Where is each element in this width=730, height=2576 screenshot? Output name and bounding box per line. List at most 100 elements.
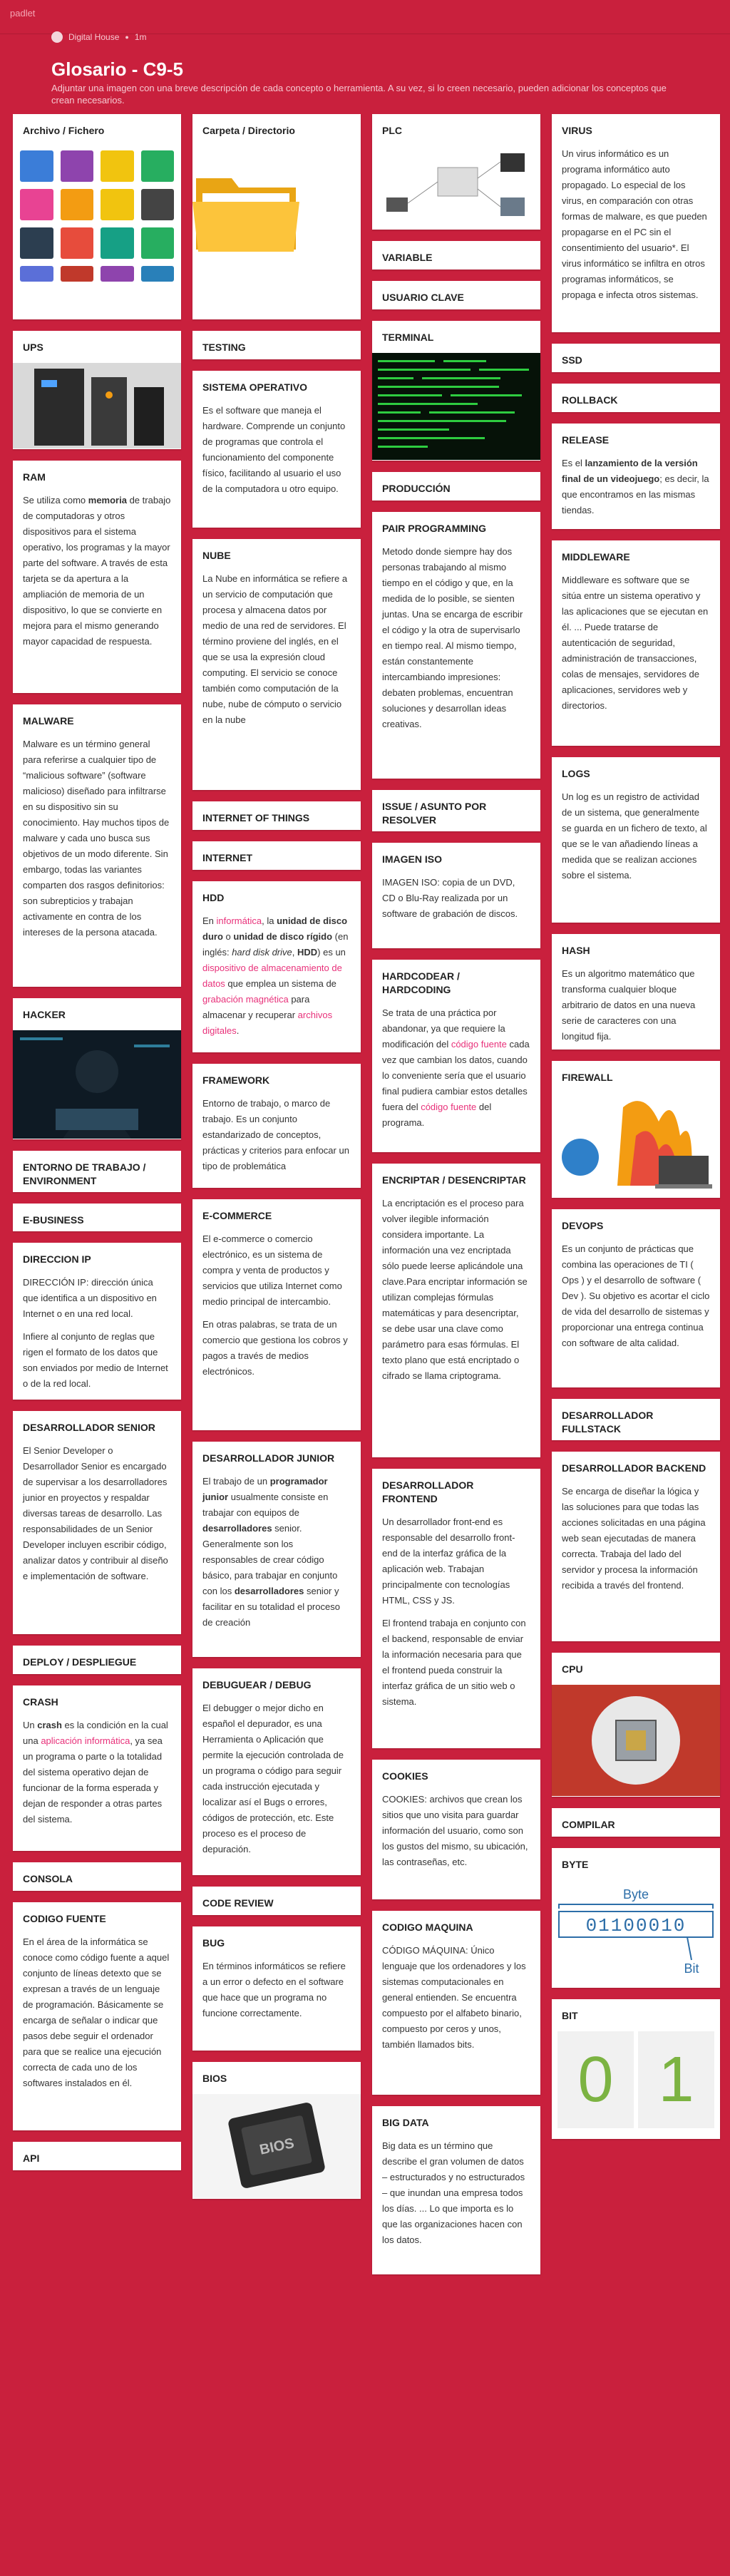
card-title: UPS [23,342,43,353]
card-nube[interactable]: NUBE La Nube en informática se refiere a… [192,539,361,790]
cpu-image [552,1685,720,1796]
card-title: BUG [202,1937,225,1949]
card-issue[interactable]: ISSUE / ASUNTO POR RESOLVER [372,790,540,831]
card-title: SISTEMA OPERATIVO [202,381,308,393]
firewall-image [552,1093,720,1197]
card-title: RELEASE [562,434,610,446]
card-firewall[interactable]: FIREWALL [552,1061,720,1198]
card-code-review[interactable]: CODE REVIEW [192,1887,361,1915]
card-release[interactable]: RELEASE Es el lanzamiento de la versión … [552,424,720,529]
card-body: La Nube en informática se refiere a un s… [202,573,348,725]
card-cookies[interactable]: COOKIES COOKIES: archivos que crean los … [372,1760,540,1899]
card-hardcoding[interactable]: HARDCODEAR / HARDCODING Se trata de una … [372,960,540,1152]
card-title: CODE REVIEW [202,1897,274,1909]
file-icon [20,266,53,282]
card-produccion[interactable]: PRODUCCIÓN [372,472,540,501]
card-byte[interactable]: BYTE Byte 01100010 Bit [552,1848,720,1988]
card-api[interactable]: API [13,2142,181,2170]
card-debug[interactable]: DEBUGUEAR / DEBUG El debugger o mejor di… [192,1668,361,1875]
card-hacker[interactable]: HACKER [13,998,181,1139]
author-name[interactable]: Digital House [68,32,119,42]
card-body: Malware es un término general para refer… [23,739,170,938]
card-title: DEBUGUEAR / DEBUG [202,1679,312,1690]
card-big-data[interactable]: BIG DATA Big data es un término que desc… [372,2106,540,2274]
file-icon [101,266,134,282]
card-deploy[interactable]: DEPLOY / DESPLIEGUE [13,1646,181,1674]
card-encriptar[interactable]: ENCRIPTAR / DESENCRIPTAR La encriptación… [372,1164,540,1457]
card-ram[interactable]: RAM Se utiliza como memoria de trabajo d… [13,461,181,693]
card-title: BIOS [202,2073,227,2084]
card-crash[interactable]: CRASH Un crash es la condición en la cua… [13,1685,181,1851]
card-usuario-clave[interactable]: USUARIO CLAVE [372,281,540,309]
card-desarrollador-junior[interactable]: DESARROLLADOR JUNIOR El trabajo de un pr… [192,1442,361,1657]
card-devops[interactable]: DEVOPS Es un conjunto de prácticas que c… [552,1209,720,1387]
card-terminal[interactable]: TERMINAL [372,321,540,461]
avatar[interactable] [51,31,63,43]
card-bit[interactable]: BIT 0 1 [552,1999,720,2139]
card-body: La encriptación es el proceso para volve… [382,1198,528,1381]
card-malware[interactable]: MALWARE Malware es un término general pa… [13,704,181,987]
card-plc[interactable]: PLC [372,114,540,230]
card-logs[interactable]: LOGS Un log es un registro de actividad … [552,757,720,923]
byte-bits-value: 01100010 [586,1915,687,1936]
card-hash[interactable]: HASH Es un algoritmo matemático que tran… [552,934,720,1050]
card-archivo[interactable]: Archivo / Fichero [13,114,181,319]
column-2: Carpeta / Directorio TESTING SISTEMA OPE… [192,114,361,2274]
card-consola[interactable]: CONSOLA [13,1862,181,1891]
card-bios[interactable]: BIOS BIOS [192,2062,361,2199]
card-title: DIRECCION IP [23,1253,91,1265]
txt-file-icon [60,150,93,182]
card-title: BIG DATA [382,2117,429,2128]
card-body: Es el lanzamiento de la versión final de… [562,458,709,515]
card-testing[interactable]: TESTING [192,331,361,359]
card-carpeta[interactable]: Carpeta / Directorio [192,114,361,319]
card-desarrollador-frontend[interactable]: DESARROLLADOR FRONTEND Un desarrollador … [372,1469,540,1748]
card-title: COMPILAR [562,1819,615,1830]
card-title: NUBE [202,550,231,561]
card-ssd[interactable]: SSD [552,344,720,372]
card-pair-programming[interactable]: PAIR PROGRAMMING Metodo donde siempre ha… [372,512,540,779]
card-desarrollador-backend[interactable]: DESARROLLADOR BACKEND Se encarga de dise… [552,1452,720,1641]
card-internet[interactable]: INTERNET [192,841,361,870]
card-bug[interactable]: BUG En términos informáticos se refiere … [192,1926,361,2051]
card-title: ENTORNO DE TRABAJO / ENVIRONMENT [23,1161,146,1186]
card-ups[interactable]: UPS [13,331,181,449]
separator-dot-icon: ● [125,34,129,41]
card-compilar[interactable]: COMPILAR [552,1808,720,1837]
card-codigo-fuente[interactable]: CODIGO FUENTE En el área de la informáti… [13,1902,181,2130]
card-imagen-iso[interactable]: IMAGEN ISO IMAGEN ISO: copia de un DVD, … [372,843,540,948]
card-body: Se trata de una práctica por abandonar, … [382,1007,530,1128]
card-ebusiness[interactable]: E-BUSINESS [13,1204,181,1231]
card-framework[interactable]: FRAMEWORK Entorno de trabajo, o marco de… [192,1064,361,1188]
doc-file-icon [20,150,53,182]
file-icon [101,150,134,182]
card-cpu[interactable]: CPU [552,1653,720,1797]
card-title: BYTE [562,1859,589,1870]
card-sistema-operativo[interactable]: SISTEMA OPERATIVO Es el software que man… [192,371,361,528]
page-title: Glosario - C9-5 [51,58,183,80]
card-variable[interactable]: VARIABLE [372,241,540,270]
card-hdd[interactable]: HDD En informática, la unidad de disco d… [192,881,361,1052]
card-rollback[interactable]: ROLLBACK [552,384,720,412]
card-title: E-COMMERCE [202,1210,272,1221]
card-entorno[interactable]: ENTORNO DE TRABAJO / ENVIRONMENT [13,1151,181,1192]
column-3: PLC VARIABLE USUARIO CLAVE TERMINAL PROD… [372,114,540,2274]
card-virus[interactable]: VIRUS Un virus informático es un program… [552,114,720,332]
board-description: Adjuntar una imagen con una breve descri… [51,83,667,106]
card-desarrollador-senior[interactable]: DESARROLLADOR SENIOR El Senior Developer… [13,1411,181,1634]
card-iot[interactable]: INTERNET OF THINGS [192,801,361,830]
card-title: PAIR PROGRAMMING [382,523,486,534]
card-body: Se utiliza como memoria de trabajo de co… [23,495,171,647]
card-title: TERMINAL [382,332,434,343]
card-codigo-maquina[interactable]: CODIGO MAQUINA CÓDIGO MÁQUINA: Único len… [372,1911,540,2095]
card-title: MIDDLEWARE [562,551,630,563]
card-title: PLC [382,125,402,136]
ups-image [13,363,181,448]
board-meta: Digital House ● 1m [51,31,146,43]
card-desarrollador-fullstack[interactable]: DESARROLLADOR FULLSTACK [552,1399,720,1440]
brand-logo[interactable]: padlet [10,8,35,19]
card-title: ISSUE / ASUNTO POR RESOLVER [382,801,487,826]
card-middleware[interactable]: MIDDLEWARE Middleware es software que se… [552,540,720,746]
card-direccion-ip[interactable]: DIRECCION IP DIRECCIÓN IP: dirección úni… [13,1243,181,1400]
card-ecommerce[interactable]: E-COMMERCE El e-commerce o comercio elec… [192,1199,361,1430]
